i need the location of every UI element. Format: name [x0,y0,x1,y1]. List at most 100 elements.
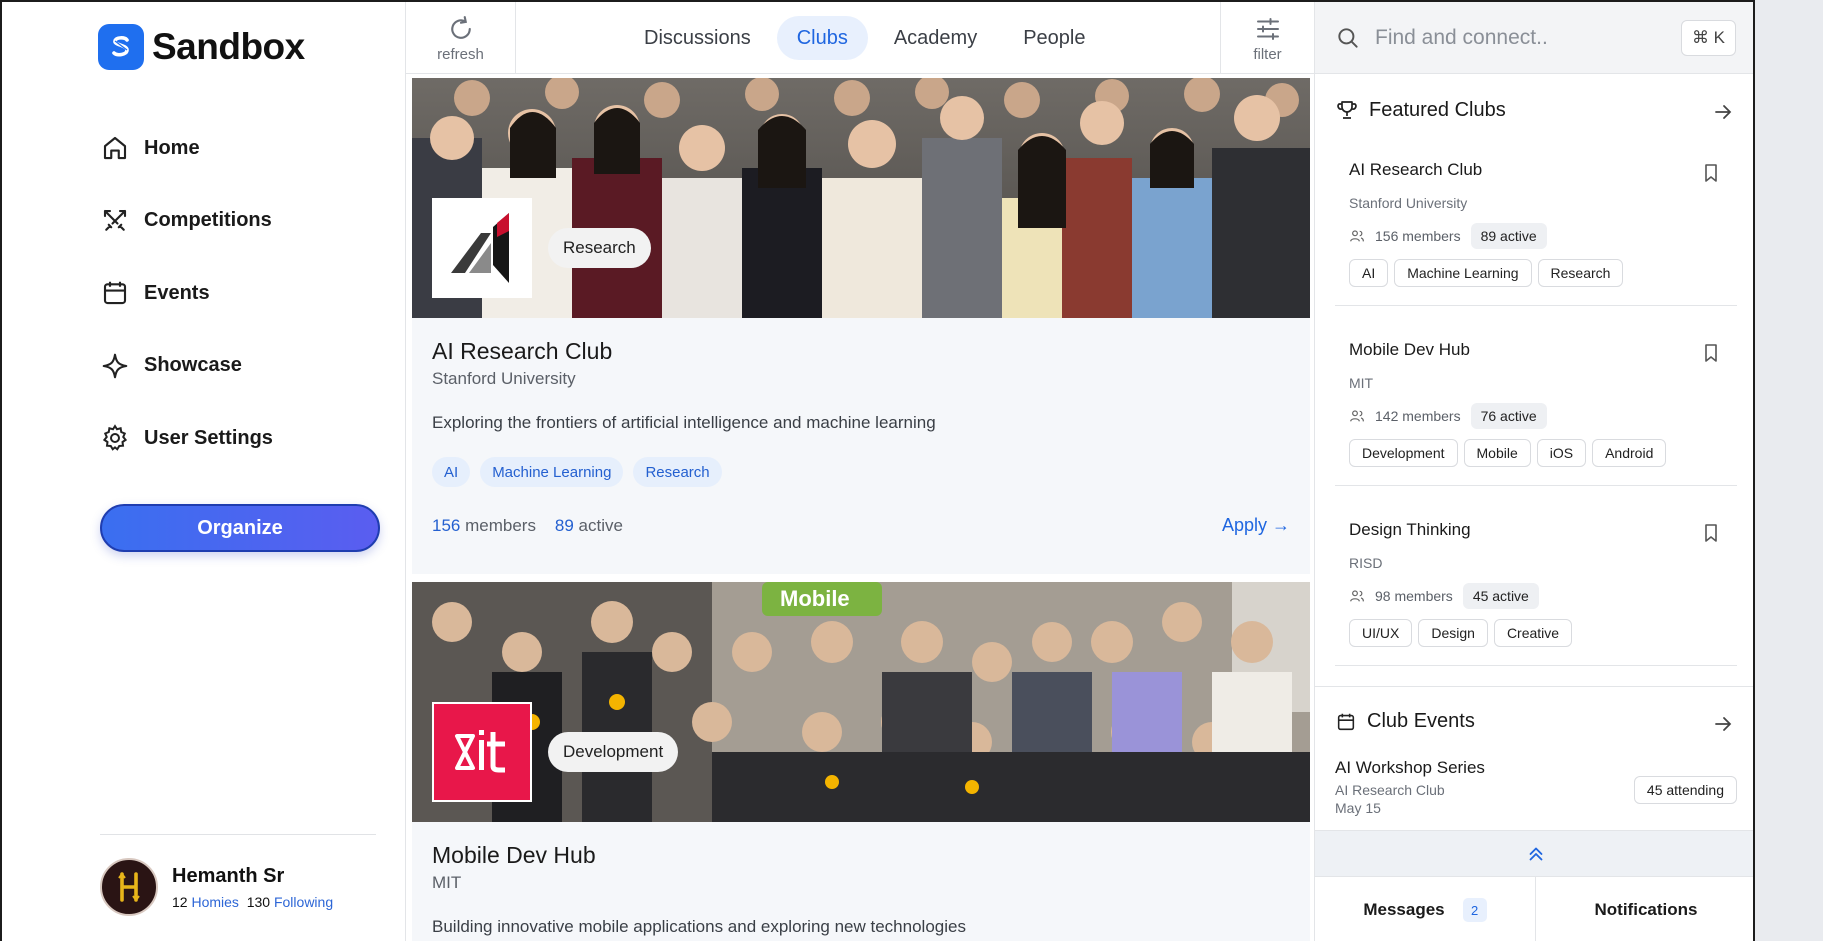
calendar-icon [1337,713,1355,730]
following-link[interactable]: Following [274,894,333,910]
app-window: Sandbox Home Competitions Events Showcas… [0,0,1755,941]
section-title: Featured Clubs [1369,98,1506,121]
swords-icon [103,209,127,231]
sidebar-item-label: User Settings [144,426,273,449]
sidebar: Sandbox Home Competitions Events Showcas… [2,2,406,941]
club-footer: 156 members 89 active Apply → [432,515,1290,536]
calendar-icon [103,281,127,305]
sparkle-icon [102,353,128,378]
tab-people[interactable]: People [1003,16,1105,60]
homies-link[interactable]: Homies [191,894,238,910]
clubs-feed: Research AI Research Club Stanford Unive… [406,74,1314,941]
club-logo [432,198,532,298]
user-profile[interactable]: Hemanth Sr 12 Homies 130 Following [100,858,333,916]
avatar[interactable] [100,858,158,916]
section-title: Club Events [1367,710,1475,732]
users-icon [1350,410,1364,422]
club-name[interactable]: Design Thinking [1349,520,1737,540]
top-bar: refresh Discussions Clubs Academy People… [406,2,1314,74]
club-card[interactable]: Mobile Development Mobile Dev Hub MIT Bu… [412,582,1310,941]
tag-chip[interactable]: AI [1349,259,1389,287]
featured-club-item[interactable]: AI Research Club Stanford University 156… [1335,160,1737,306]
tag-chip[interactable]: Machine Learning [1394,259,1532,287]
sidebar-item-competitions[interactable]: Competitions [100,203,273,239]
messages-tab[interactable]: Messages 2 [1315,877,1535,941]
event-item[interactable]: AI Workshop Series AI Research Club May … [1335,758,1737,816]
bookmark-icon[interactable] [1701,522,1721,544]
tab-clubs[interactable]: Clubs [776,16,868,60]
club-banner-image: Research [412,78,1310,318]
refresh-button[interactable]: refresh [406,2,516,74]
messages-label: Messages [1363,900,1445,919]
club-university: Stanford University [1349,195,1468,211]
divider [100,834,376,835]
right-panel: ⌘ K Featured Clubs AI Research Club Stan… [1314,2,1753,941]
members-count: 156 [432,515,461,535]
category-chip: Research [548,228,651,268]
search-input[interactable] [1375,25,1675,50]
notifications-tab[interactable]: Notifications [1535,877,1753,941]
tab-academy[interactable]: Academy [874,16,997,60]
club-name[interactable]: AI Research Club [1349,160,1737,180]
club-tags: Development Mobile iOS Android [1349,439,1737,467]
club-university: RISD [1349,555,1383,571]
tag-chip[interactable]: Research [1537,259,1624,287]
filter-label: filter [1253,45,1282,63]
active-label: active [578,515,623,535]
bookmark-icon[interactable] [1701,342,1721,364]
tag-chip[interactable]: Mobile [1463,439,1531,467]
club-stats: 156 members 89 active [432,516,623,536]
category-chip: Development [548,732,679,772]
club-logo [432,702,532,802]
organize-button[interactable]: Organize [100,504,380,552]
club-name[interactable]: Mobile Dev Hub [1349,340,1737,360]
user-stats: 12 Homies 130 Following [172,894,333,910]
homies-count: 12 [172,893,188,910]
tag-chip[interactable]: Design [1418,619,1488,647]
logo[interactable]: Sandbox [98,24,305,70]
tag-chip[interactable]: Machine Learning [480,457,624,487]
sidebar-item-showcase[interactable]: Showcase [100,348,273,384]
search-bar: ⌘ K [1315,2,1753,74]
members-count: 142 members [1375,408,1461,424]
sidebar-item-user-settings[interactable]: User Settings [100,420,273,456]
apply-button[interactable]: Apply → [1222,515,1290,536]
shortcut-hint: ⌘ K [1680,20,1736,56]
tag-chip[interactable]: UI/UX [1349,619,1413,647]
club-description: Building innovative mobile applications … [432,917,966,936]
refresh-icon [450,15,471,39]
club-title[interactable]: AI Research Club [432,338,1290,365]
sidebar-item-label: Competitions [144,209,272,231]
sandbox-logo-icon [98,24,144,70]
bookmark-icon[interactable] [1701,162,1721,184]
tag-chip[interactable]: Android [1592,439,1667,467]
members-count: 156 members [1375,228,1461,244]
featured-club-item[interactable]: Mobile Dev Hub MIT 142 members 76 active… [1335,340,1737,486]
club-university: Stanford University [432,369,576,388]
tab-discussions[interactable]: Discussions [624,16,771,60]
featured-club-item[interactable]: Design Thinking RISD 98 members 45 activ… [1335,520,1737,666]
sidebar-item-events[interactable]: Events [100,275,273,311]
tag-chip[interactable]: Research [633,457,722,487]
tag-chip[interactable]: Development [1349,439,1458,467]
app-name: Sandbox [152,26,305,67]
users-icon [1350,230,1364,242]
collapse-toggle[interactable] [1315,830,1753,876]
club-title[interactable]: Mobile Dev Hub [432,842,1290,869]
members-label: members [465,515,536,535]
arrow-right-icon[interactable] [1711,100,1735,124]
notifications-label: Notifications [1594,900,1698,919]
filter-button[interactable]: filter [1220,2,1314,74]
tag-chip[interactable]: iOS [1536,439,1587,467]
tag-chip[interactable]: AI [432,457,471,487]
sliders-icon [1256,17,1279,40]
club-events-header: Club Events [1335,710,1735,733]
divider [1315,686,1753,687]
event-name[interactable]: AI Workshop Series [1335,758,1737,778]
arrow-right-icon[interactable] [1711,712,1735,736]
tag-chip[interactable]: Creative [1493,619,1573,647]
club-tags: UI/UX Design Creative [1349,619,1737,647]
sidebar-item-home[interactable]: Home [100,130,273,166]
messages-count-badge: 2 [1462,898,1487,922]
club-card[interactable]: Research AI Research Club Stanford Unive… [412,78,1310,574]
